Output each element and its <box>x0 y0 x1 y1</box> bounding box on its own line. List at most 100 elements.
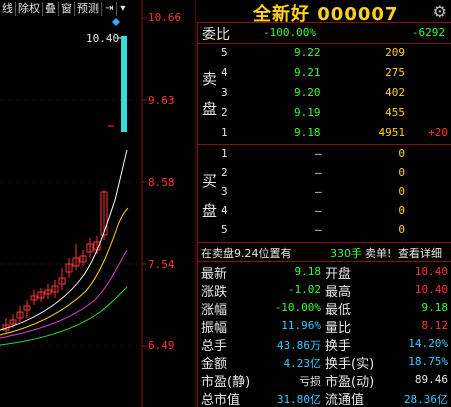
price-tick-1: 10.66 <box>148 11 182 24</box>
buy-row[interactable]: 2 – 0 <box>197 164 451 182</box>
stock-title-bar: 全新好 000007 ⚙ <box>197 0 451 25</box>
stat-row: 最新 9.18 开盘 10.40 <box>197 263 451 282</box>
buy-volume: 0 <box>398 223 405 236</box>
stat-label: 最低 <box>325 303 352 318</box>
stat-value: 8.12 <box>421 319 449 332</box>
stat-value: 9.18 <box>294 265 322 278</box>
candle-body <box>121 36 127 132</box>
price-tick-4: 7.54 <box>148 258 175 271</box>
stat-label: 总市值 <box>201 393 241 407</box>
sell-level: 1 <box>221 126 228 139</box>
weibi-diff: -6292 <box>411 26 445 39</box>
sell-change: +20 <box>428 126 448 139</box>
sell-price: 9.19 <box>294 106 321 119</box>
view-detail-link[interactable]: 查看详细 <box>398 245 442 261</box>
divider <box>197 22 451 23</box>
moving-average-line <box>0 149 128 331</box>
stat-label: 开盘 <box>325 267 352 282</box>
notice-text: 在卖盘9.24位置有 <box>201 247 292 260</box>
buy-price: – <box>315 223 322 236</box>
sell-volume: 209 <box>385 46 405 59</box>
stat-row: 市盈(静) 亏损 市盈(动) 89.46 <box>197 371 451 390</box>
stat-row: 振幅 11.96% 量比 8.12 <box>197 317 451 336</box>
stat-label: 流通值 <box>325 393 365 407</box>
stat-label: 涨跌 <box>201 285 228 300</box>
large-order-notice: 在卖盘9.24位置有 330手 卖单! 查看详细 <box>197 243 451 261</box>
weibi-label: 委比 <box>202 27 230 43</box>
buy-volume: 0 <box>398 204 405 217</box>
stat-value: 9.18 <box>421 301 449 314</box>
divider <box>197 261 451 262</box>
sell-volume: 4951 <box>378 126 406 139</box>
sell-level: 4 <box>221 66 228 79</box>
stat-row: 涨幅 -10.00% 最低 9.18 <box>197 299 451 318</box>
stat-value: 11.96% <box>281 319 321 332</box>
stat-label: 换手 <box>325 339 352 354</box>
stat-label: 市盈(动) <box>325 375 375 390</box>
stat-value: 31.80亿 <box>276 393 321 406</box>
stat-value: 亏损 <box>299 375 321 388</box>
sell-price: 9.18 <box>294 126 321 139</box>
buy-volume: 0 <box>398 166 405 179</box>
buy-level: 4 <box>221 204 228 217</box>
buy-level: 3 <box>221 185 228 198</box>
sell-row[interactable]: 1 9.18 4951 +20 <box>197 124 451 142</box>
stat-row: 涨跌 -1.02 最高 10.40 <box>197 281 451 300</box>
buy-price: – <box>315 185 322 198</box>
stat-value: -10.00% <box>274 301 321 314</box>
sell-level: 3 <box>221 86 228 99</box>
stat-value: 89.46 <box>414 373 448 386</box>
toolbar-window-button[interactable]: 窗 <box>59 1 75 16</box>
notice-amount: 330手 <box>330 247 362 260</box>
gear-icon[interactable]: ⚙ <box>433 2 447 21</box>
buy-row[interactable]: 1 – 0 <box>197 145 451 163</box>
sell-row[interactable]: 5 9.22 209 <box>197 44 451 62</box>
weibi-value: -100.00% <box>263 26 316 39</box>
sell-price: 9.21 <box>294 66 321 79</box>
moving-average-line <box>0 207 129 336</box>
sell-level: 5 <box>221 46 228 59</box>
quote-panel: 全新好 000007 ⚙ 委比 -100.00% -6292 卖 盘 5 9.22… <box>197 0 451 407</box>
toolbar-overlay-button[interactable]: 叠 <box>43 1 59 16</box>
sell-row[interactable]: 3 9.20 402 <box>197 84 451 102</box>
stat-row: 总手 43.86万 换手 14.20% <box>197 335 451 354</box>
stat-value: 4.23亿 <box>283 357 322 370</box>
chart-toolbar: 线 除权 叠 窗 预测 ⇥ ▾ <box>0 0 135 17</box>
sell-volume: 455 <box>385 106 405 119</box>
buy-price: – <box>315 204 322 217</box>
stat-value: 18.75% <box>408 355 448 368</box>
toolbar-exright-button[interactable]: 除权 <box>16 1 43 16</box>
moving-average-line <box>0 249 128 339</box>
buy-level: 5 <box>221 223 228 236</box>
sell-level: 2 <box>221 106 228 119</box>
stat-label: 总手 <box>201 339 228 354</box>
stat-label: 金额 <box>201 357 228 372</box>
sell-row[interactable]: 2 9.19 455 <box>197 104 451 122</box>
buy-level: 2 <box>221 166 228 179</box>
stat-label: 最高 <box>325 285 352 300</box>
price-tick-2: 9.63 <box>148 94 175 107</box>
buy-row[interactable]: 4 – 0 <box>197 202 451 220</box>
stat-row: 金额 4.23亿 换手(实) 18.75% <box>197 353 451 372</box>
buy-price: – <box>315 166 322 179</box>
stat-label: 最新 <box>201 267 228 282</box>
buy-volume: 0 <box>398 185 405 198</box>
price-tick-3: 8.58 <box>148 176 175 189</box>
sell-row[interactable]: 4 9.21 275 <box>197 64 451 82</box>
buy-price: – <box>315 147 322 160</box>
sell-volume: 402 <box>385 86 405 99</box>
stat-value: 10.40 <box>414 283 448 296</box>
chevron-down-icon[interactable]: ▾ <box>117 2 128 16</box>
kline-chart[interactable]: 10.40 10.66 9.63 8.58 7.54 6.49 <box>0 0 197 407</box>
stat-value: 14.20% <box>408 337 448 350</box>
toolbar-forecast-button[interactable]: 预测 <box>75 1 102 16</box>
stat-value: 43.86万 <box>276 339 321 352</box>
stat-label: 市盈(静) <box>201 375 251 390</box>
stat-label: 振幅 <box>201 321 228 336</box>
buy-row[interactable]: 5 – 0 <box>197 221 451 239</box>
weibi-row: 委比 -100.00% -6292 <box>197 24 451 43</box>
toolbar-line-button[interactable]: 线 <box>0 1 16 16</box>
play-icon[interactable]: ⇥ <box>102 1 118 16</box>
buy-level: 1 <box>221 147 228 160</box>
buy-row[interactable]: 3 – 0 <box>197 183 451 201</box>
